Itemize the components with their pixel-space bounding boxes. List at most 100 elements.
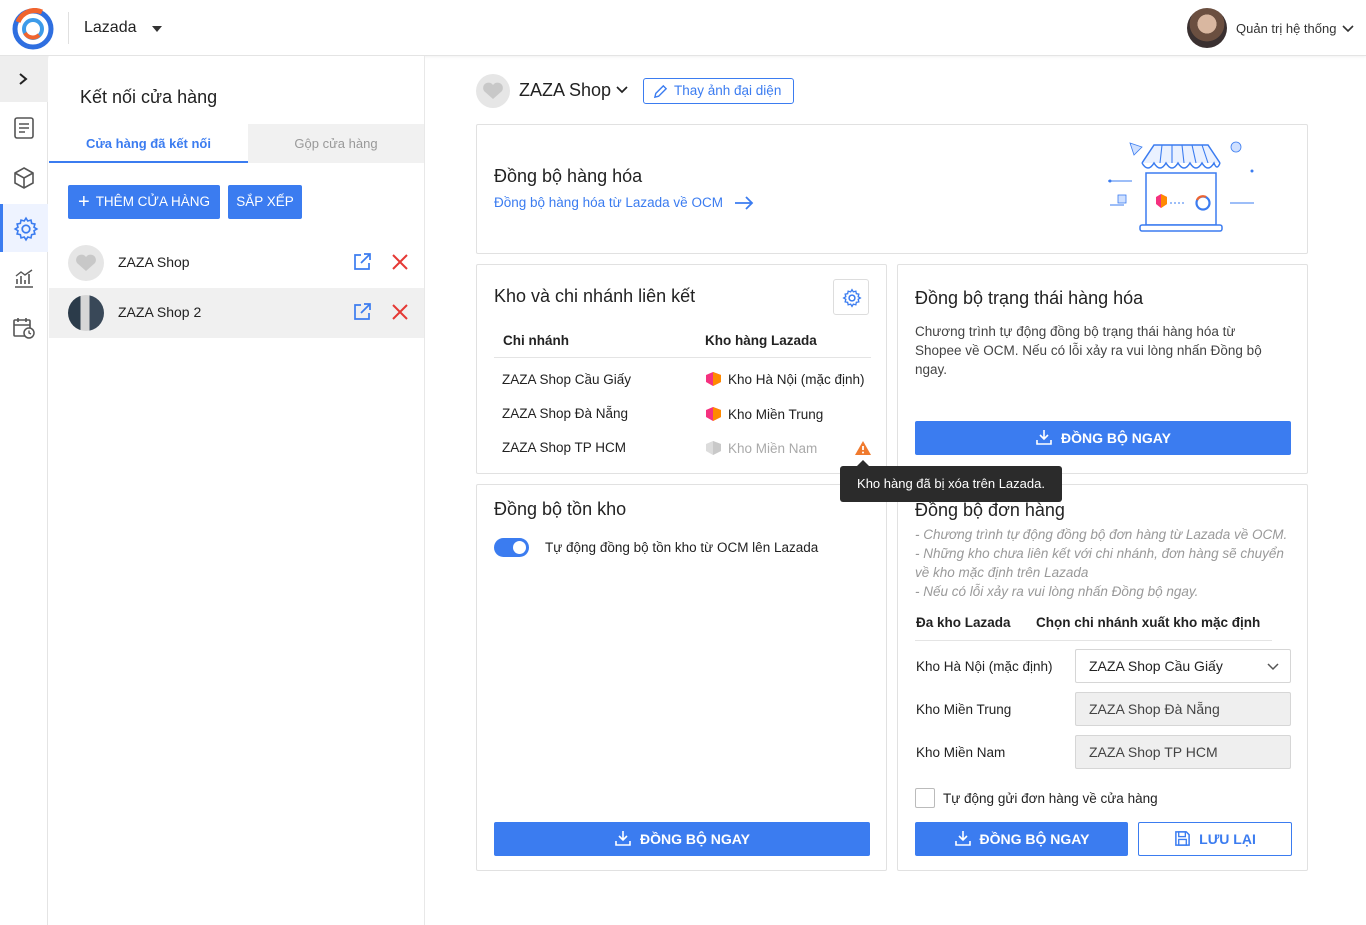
warehouse-cell-deleted: Kho Miền Nam bbox=[728, 441, 818, 456]
button-label: ĐỒNG BỘ NGAY bbox=[640, 831, 750, 847]
shop-list-item[interactable]: ZAZA Shop bbox=[49, 238, 424, 288]
download-icon bbox=[615, 831, 631, 846]
gear-icon bbox=[13, 216, 39, 242]
branch-select-value: ZAZA Shop Cầu Giấy bbox=[1089, 658, 1223, 674]
caret-down-icon[interactable] bbox=[152, 26, 162, 32]
divider bbox=[915, 640, 1272, 641]
lazada-shop-avatar bbox=[68, 245, 104, 281]
nav-rail bbox=[0, 56, 48, 925]
description-line: Chương trình tự động đồng bộ trạng thái … bbox=[915, 324, 1236, 339]
column-header-warehouse: Kho hàng Lazada bbox=[705, 333, 817, 348]
branch-select-disabled: ZAZA Shop Đà Nẵng bbox=[1075, 692, 1291, 726]
deleted-warehouse-tooltip: Kho hàng đã bị xóa trên Lazada. bbox=[840, 460, 1062, 502]
store-illustration-icon bbox=[1108, 141, 1254, 232]
branch-select[interactable]: ZAZA Shop Cầu Giấy bbox=[1075, 649, 1291, 683]
sync-status-description: Chương trình tự động đồng bộ trạng thái … bbox=[915, 322, 1262, 379]
add-store-button[interactable]: + THÊM CỬA HÀNG bbox=[68, 185, 220, 219]
shop-name: ZAZA Shop bbox=[118, 254, 190, 270]
lazada-icon bbox=[706, 407, 721, 421]
sync-stock-now-button[interactable]: ĐỒNG BỘ NGAY bbox=[494, 822, 870, 856]
shop-name: ZAZA Shop 2 bbox=[118, 304, 202, 320]
auto-sync-stock-toggle[interactable] bbox=[494, 538, 529, 557]
close-icon[interactable] bbox=[391, 253, 409, 271]
sync-status-now-button[interactable]: ĐỒNG BỘ NGAY bbox=[915, 421, 1291, 455]
branch-cell: ZAZA Shop Cầu Giấy bbox=[502, 372, 632, 387]
branch-select-value: ZAZA Shop Đà Nẵng bbox=[1089, 701, 1220, 717]
auto-sync-stock-label: Tự động đồng bộ tồn kho từ OCM lên Lazad… bbox=[545, 540, 819, 555]
save-button[interactable]: LƯU LẠI bbox=[1138, 822, 1292, 856]
branch-select-value: ZAZA Shop TP HCM bbox=[1089, 744, 1218, 760]
shop-selector-label[interactable]: ZAZA Shop bbox=[519, 80, 611, 101]
sync-stock-title: Đồng bộ tồn kho bbox=[494, 499, 627, 519]
add-store-label: THÊM CỬA HÀNG bbox=[95, 194, 210, 209]
user-avatar[interactable] bbox=[1187, 8, 1227, 48]
chart-icon bbox=[15, 269, 33, 288]
branch-cell: ZAZA Shop TP HCM bbox=[502, 440, 627, 455]
panel-title: Kết nối cửa hàng bbox=[80, 87, 218, 107]
change-avatar-label: Thay ảnh đại diện bbox=[674, 83, 782, 98]
lazada-heart-icon bbox=[76, 254, 96, 271]
app-logo-icon[interactable] bbox=[12, 8, 54, 50]
warehouse-cell: Kho Hà Nội (mặc định) bbox=[728, 372, 865, 387]
warehouse-label: Kho Miền Nam bbox=[916, 745, 1006, 760]
divider bbox=[494, 357, 871, 358]
expand-nav-button[interactable] bbox=[0, 56, 48, 102]
sync-orders-title: Đồng bộ đơn hàng bbox=[915, 500, 1065, 520]
shop-list-item[interactable]: ZAZA Shop 2 bbox=[49, 288, 424, 338]
branch-cell: ZAZA Shop Đà Nẵng bbox=[502, 406, 629, 421]
change-avatar-button[interactable]: Thay ảnh đại diện bbox=[643, 78, 794, 104]
close-icon[interactable] bbox=[391, 303, 409, 321]
box-icon bbox=[14, 167, 34, 189]
sync-goods-link[interactable]: Đồng bộ hàng hóa từ Lazada về OCM bbox=[494, 195, 723, 210]
shop-avatar bbox=[68, 295, 104, 331]
warehouse-title: Kho và chi nhánh liên kết bbox=[494, 286, 696, 306]
warning-icon[interactable] bbox=[854, 440, 872, 456]
column-header-branch: Chi nhánh bbox=[503, 333, 569, 348]
open-external-icon[interactable] bbox=[352, 302, 372, 322]
pencil-icon bbox=[653, 84, 668, 99]
button-label: LƯU LẠI bbox=[1199, 831, 1256, 847]
gear-icon bbox=[842, 288, 862, 308]
arrow-right-icon[interactable] bbox=[734, 195, 754, 211]
sync-status-title: Đồng bộ trạng thái hàng hóa bbox=[915, 288, 1144, 308]
note-line: - Nếu có lỗi xảy ra vui lòng nhấn Đồng b… bbox=[915, 584, 1199, 599]
chevron-down-icon[interactable] bbox=[1342, 24, 1354, 34]
nav-reports[interactable] bbox=[0, 254, 48, 302]
nav-products[interactable] bbox=[0, 154, 48, 202]
plus-icon: + bbox=[78, 191, 90, 213]
nav-orders[interactable] bbox=[0, 104, 48, 152]
app-switcher-label[interactable]: Lazada bbox=[84, 19, 137, 37]
note-line: - Những kho chưa liên kết với chi nhánh,… bbox=[915, 546, 1284, 561]
tab-connected-stores[interactable]: Cửa hàng đã kết nối bbox=[49, 124, 248, 163]
description-line: Shopee về OCM. Nếu có lỗi xảy ra vui lòn… bbox=[915, 343, 1262, 358]
auto-send-orders-label: Tự động gửi đơn hàng về cửa hàng bbox=[943, 791, 1158, 806]
nav-settings[interactable] bbox=[0, 204, 48, 252]
download-icon bbox=[1036, 430, 1052, 445]
divider bbox=[68, 12, 69, 44]
calendar-clock-icon bbox=[13, 318, 35, 339]
user-menu-label[interactable]: Quản trị hệ thống bbox=[1236, 21, 1336, 36]
sync-orders-now-button[interactable]: ĐỒNG BỘ NGAY bbox=[915, 822, 1128, 856]
warehouse-label: Kho Hà Nội (mặc định) bbox=[916, 659, 1053, 674]
top-bar: Lazada Quản trị hệ thống bbox=[0, 0, 1366, 56]
sync-goods-title: Đồng bộ hàng hóa bbox=[494, 166, 643, 186]
warehouse-label: Kho Miền Trung bbox=[916, 702, 1012, 717]
warehouse-settings-button[interactable] bbox=[833, 279, 869, 315]
button-label: ĐỒNG BỘ NGAY bbox=[979, 831, 1090, 847]
lazada-heart-icon bbox=[483, 82, 503, 99]
save-icon bbox=[1175, 831, 1191, 846]
sync-orders-notes: - Chương trình tự động đồng bộ đơn hàng … bbox=[915, 525, 1287, 601]
document-list-icon bbox=[14, 117, 34, 139]
open-external-icon[interactable] bbox=[352, 252, 372, 272]
branch-select-disabled: ZAZA Shop TP HCM bbox=[1075, 735, 1291, 769]
note-line: về kho mặc định trên Lazada bbox=[915, 565, 1089, 580]
auto-send-orders-checkbox[interactable] bbox=[915, 788, 935, 808]
description-line: ngay. bbox=[915, 362, 948, 377]
shop-avatar bbox=[476, 74, 510, 108]
chevron-down-icon[interactable] bbox=[616, 85, 628, 95]
lazada-icon bbox=[706, 372, 721, 386]
toggle-knob bbox=[513, 541, 526, 554]
sort-button[interactable]: SẮP XẾP bbox=[228, 185, 302, 219]
tab-merge-stores[interactable]: Gộp cửa hàng bbox=[248, 124, 424, 163]
nav-history[interactable] bbox=[0, 304, 48, 352]
